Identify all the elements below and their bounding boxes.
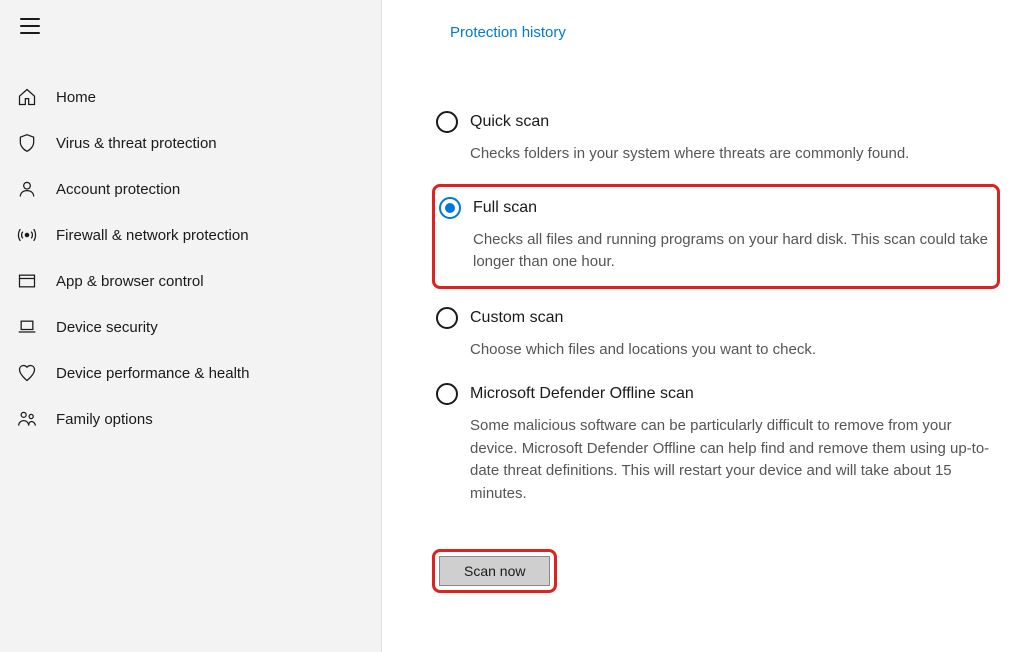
person-icon bbox=[16, 178, 38, 200]
sidebar-item-home[interactable]: Home bbox=[0, 74, 381, 120]
antenna-icon bbox=[16, 224, 38, 246]
sidebar-item-label: Device performance & health bbox=[56, 365, 249, 382]
sidebar-item-app-browser[interactable]: App & browser control bbox=[0, 258, 381, 304]
shield-icon bbox=[16, 132, 38, 154]
sidebar-item-label: Firewall & network protection bbox=[56, 227, 249, 244]
scan-option-title: Full scan bbox=[473, 199, 537, 217]
scan-option-description: Choose which files and locations you wan… bbox=[470, 339, 992, 362]
window-icon bbox=[16, 270, 38, 292]
sidebar-item-label: Device security bbox=[56, 319, 158, 336]
radio-button[interactable] bbox=[439, 197, 461, 219]
family-icon bbox=[16, 408, 38, 430]
sidebar-item-device-performance[interactable]: Device performance & health bbox=[0, 350, 381, 396]
scan-option: Microsoft Defender Offline scan Some mali… bbox=[432, 383, 1000, 505]
sidebar-item-firewall[interactable]: Firewall & network protection bbox=[0, 212, 381, 258]
main-content: Protection history Quick scan Checks fold… bbox=[382, 0, 1024, 652]
scan-option: Full scan Checks all files and running pr… bbox=[432, 184, 1000, 289]
radio-button[interactable] bbox=[436, 111, 458, 133]
scan-option: Quick scan Checks folders in your system … bbox=[432, 111, 1000, 166]
sidebar-item-virus-threat[interactable]: Virus & threat protection bbox=[0, 120, 381, 166]
protection-history-link[interactable]: Protection history bbox=[450, 24, 566, 41]
scan-now-highlight: Scan now bbox=[432, 549, 557, 593]
sidebar-item-device-security[interactable]: Device security bbox=[0, 304, 381, 350]
sidebar-item-label: Home bbox=[56, 89, 96, 106]
scan-option-description: Checks all files and running programs on… bbox=[473, 229, 989, 274]
sidebar-item-label: App & browser control bbox=[56, 273, 204, 290]
sidebar-item-label: Virus & threat protection bbox=[56, 135, 217, 152]
heart-icon bbox=[16, 362, 38, 384]
scan-option-title: Microsoft Defender Offline scan bbox=[470, 385, 694, 403]
scan-option-title: Quick scan bbox=[470, 113, 549, 131]
sidebar-item-label: Account protection bbox=[56, 181, 180, 198]
hamburger-menu-icon[interactable] bbox=[20, 18, 40, 34]
scan-now-button[interactable]: Scan now bbox=[439, 556, 550, 586]
scan-option-description: Some malicious software can be particula… bbox=[470, 415, 992, 505]
home-icon bbox=[16, 86, 38, 108]
sidebar-item-account[interactable]: Account protection bbox=[0, 166, 381, 212]
sidebar-item-label: Family options bbox=[56, 411, 153, 428]
sidebar-item-family[interactable]: Family options bbox=[0, 396, 381, 442]
scan-option-title: Custom scan bbox=[470, 309, 563, 327]
radio-button[interactable] bbox=[436, 307, 458, 329]
laptop-icon bbox=[16, 316, 38, 338]
sidebar: Home Virus & threat protection Account p… bbox=[0, 0, 382, 652]
scan-option: Custom scan Choose which files and locati… bbox=[432, 307, 1000, 362]
radio-button[interactable] bbox=[436, 383, 458, 405]
scan-option-description: Checks folders in your system where thre… bbox=[470, 143, 992, 166]
